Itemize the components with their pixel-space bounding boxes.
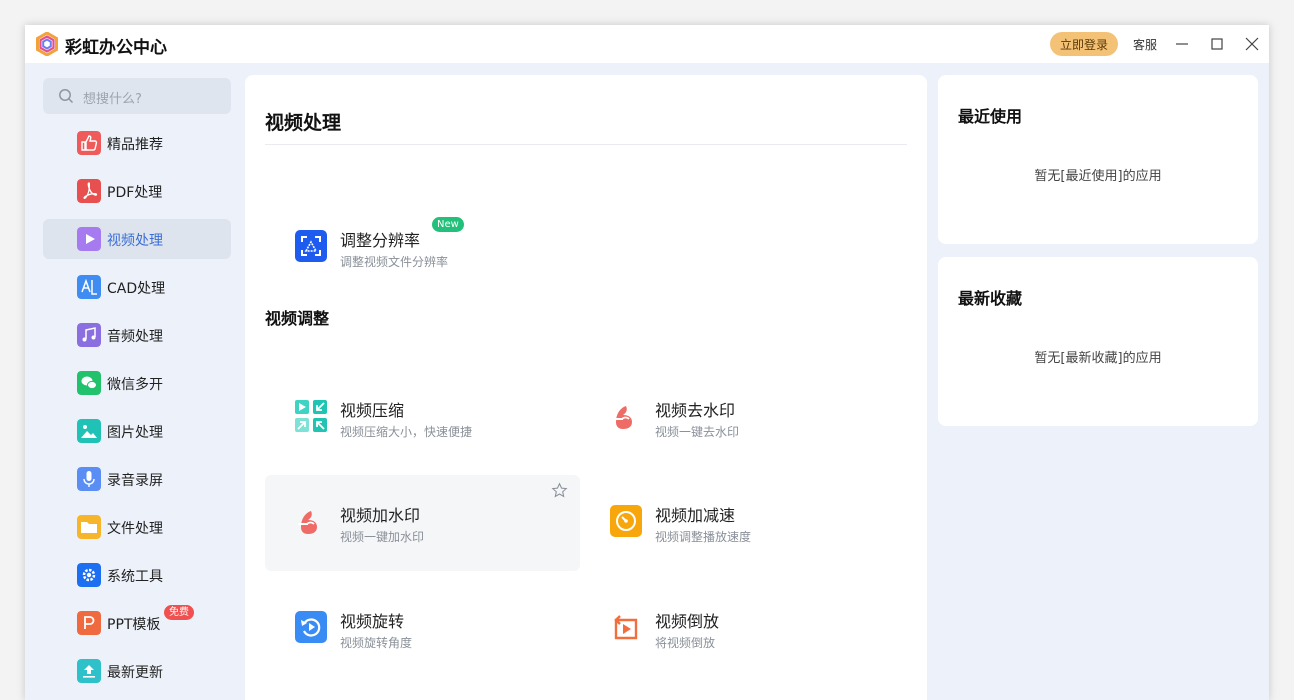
customer-service-link[interactable]: 客服 xyxy=(1133,36,1157,53)
favorites-panel: 最新收藏 暂无[最新收藏]的应用 xyxy=(938,257,1258,426)
new-badge: New xyxy=(432,217,464,232)
free-badge: 免费 xyxy=(164,605,194,620)
sidebar-item-label: PDF处理 xyxy=(107,185,163,201)
gear-icon xyxy=(77,563,101,587)
sidebar-item-recommended[interactable]: 精品推荐 xyxy=(43,123,231,163)
minimize-icon[interactable] xyxy=(1172,34,1192,54)
folder-icon xyxy=(77,515,101,539)
login-button[interactable]: 立即登录 xyxy=(1050,32,1118,56)
main-panel: 视频处理 调整分辨率 New 调整视频文件分辨率 视频调整 视频压缩 视频压缩大… xyxy=(245,75,927,700)
ppt-icon xyxy=(77,611,101,635)
favorites-title: 最新收藏 xyxy=(958,289,1023,308)
recent-title: 最近使用 xyxy=(958,107,1023,126)
maximize-icon[interactable] xyxy=(1207,34,1227,54)
sidebar-item-audio[interactable]: 音频处理 xyxy=(43,315,231,355)
sidebar-item-label: 图片处理 xyxy=(107,425,163,441)
tool-card-speed[interactable]: 视频加减速 视频调整播放速度 xyxy=(580,475,895,571)
title-bar: 彩虹办公中心 立即登录 客服 xyxy=(25,25,1269,63)
add-watermark-icon xyxy=(298,511,317,534)
remove-watermark-icon xyxy=(613,406,632,429)
tool-name: 视频压缩 xyxy=(340,401,405,420)
tool-name: 调整分辨率 xyxy=(340,231,421,250)
tool-description: 视频压缩大小，快速便捷 xyxy=(340,425,473,439)
sidebar-item-label: 音频处理 xyxy=(107,329,163,345)
section-title: 视频调整 xyxy=(265,309,330,328)
sidebar-item-label: 视频处理 xyxy=(107,233,163,249)
music-icon xyxy=(77,323,101,347)
tool-name: 视频旋转 xyxy=(340,612,405,631)
tool-card-reverse[interactable]: 视频倒放 将视频倒放 xyxy=(580,581,895,677)
tool-description: 视频一键加水印 xyxy=(340,530,425,544)
upload-icon xyxy=(77,659,101,683)
tool-description: 将视频倒放 xyxy=(655,636,716,650)
recent-panel: 最近使用 暂无[最近使用]的应用 xyxy=(938,75,1258,244)
tool-card-resolution[interactable]: 调整分辨率 New 调整视频文件分辨率 xyxy=(265,200,580,296)
close-icon[interactable] xyxy=(1242,34,1262,54)
recent-empty-text: 暂无[最近使用]的应用 xyxy=(1034,169,1162,184)
sidebar-item-label: 录音录屏 xyxy=(107,473,163,489)
microphone-icon xyxy=(77,467,101,491)
rainbow-logo-icon xyxy=(36,32,58,56)
sidebar-item-label: CAD处理 xyxy=(107,281,166,297)
search-icon xyxy=(59,89,74,104)
app-title: 彩虹办公中心 xyxy=(65,38,167,58)
tool-name: 视频倒放 xyxy=(655,612,720,631)
sidebar-item-system-tools[interactable]: 系统工具 xyxy=(43,555,231,595)
page-title: 视频处理 xyxy=(265,112,342,134)
tool-name: 视频去水印 xyxy=(655,401,736,420)
sidebar-item-ppt[interactable]: PPT模板 免费 xyxy=(43,603,231,643)
sidebar-item-video[interactable]: 视频处理 xyxy=(43,219,231,259)
sidebar-item-cad[interactable]: CAD处理 xyxy=(43,267,231,307)
sidebar-item-pdf[interactable]: PDF处理 xyxy=(43,171,231,211)
speed-icon xyxy=(610,505,642,537)
tool-card-rotate[interactable]: 视频旋转 视频旋转角度 xyxy=(265,581,580,677)
tool-card-add-watermark[interactable]: 视频加水印 视频一键加水印 xyxy=(265,475,580,571)
favorite-star-icon[interactable] xyxy=(551,482,568,499)
pdf-icon xyxy=(77,179,101,203)
tool-card-compress[interactable]: 视频压缩 视频压缩大小，快速便捷 xyxy=(265,370,580,466)
sidebar-item-label: PPT模板 xyxy=(107,617,161,633)
resolution-icon xyxy=(295,230,327,262)
sidebar-item-files[interactable]: 文件处理 xyxy=(43,507,231,547)
search-input[interactable]: 想搜什么? xyxy=(43,78,231,114)
search-placeholder: 想搜什么? xyxy=(83,92,142,107)
tool-card-remove-watermark[interactable]: 视频去水印 视频一键去水印 xyxy=(580,370,895,466)
app-window: 彩虹办公中心 立即登录 客服 想搜什么? 精品推荐 PDF处理 视频处理 CAD… xyxy=(25,25,1269,700)
sidebar-item-wechat[interactable]: 微信多开 xyxy=(43,363,231,403)
sidebar-item-label: 系统工具 xyxy=(107,569,163,585)
sidebar-item-label: 微信多开 xyxy=(107,377,163,393)
tool-description: 视频调整播放速度 xyxy=(655,530,752,544)
divider xyxy=(265,144,907,145)
thumbs-up-icon xyxy=(77,131,101,155)
cad-icon xyxy=(77,275,101,299)
tool-description: 视频旋转角度 xyxy=(340,636,413,650)
tool-description: 视频一键去水印 xyxy=(655,425,740,439)
rotate-icon xyxy=(295,611,327,643)
sidebar-item-recording[interactable]: 录音录屏 xyxy=(43,459,231,499)
reverse-icon xyxy=(614,615,638,640)
sidebar-item-label: 精品推荐 xyxy=(107,137,163,153)
favorites-empty-text: 暂无[最新收藏]的应用 xyxy=(1034,351,1162,366)
tool-description: 调整视频文件分辨率 xyxy=(340,255,449,269)
sidebar-item-label: 最新更新 xyxy=(107,665,163,681)
compress-icon xyxy=(295,400,327,432)
tool-name: 视频加减速 xyxy=(655,506,736,525)
wechat-icon xyxy=(77,371,101,395)
image-icon xyxy=(77,419,101,443)
play-icon xyxy=(77,227,101,251)
sidebar-item-label: 文件处理 xyxy=(107,521,163,537)
tool-name: 视频加水印 xyxy=(340,506,421,525)
sidebar-item-latest[interactable]: 最新更新 xyxy=(43,651,231,691)
sidebar-item-image[interactable]: 图片处理 xyxy=(43,411,231,451)
